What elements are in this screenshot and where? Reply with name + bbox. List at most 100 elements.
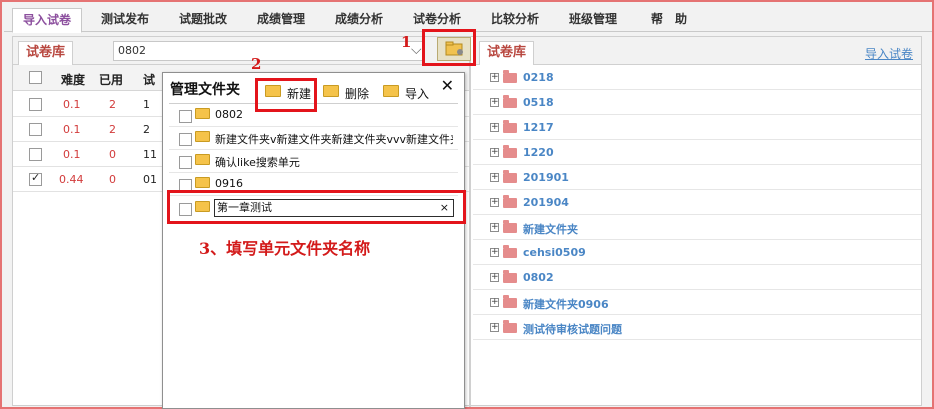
folder-label: 测试待审核试题问题: [523, 323, 622, 336]
folder-label: 201901: [523, 171, 569, 184]
folder-label: 0518: [523, 96, 554, 109]
expand-icon[interactable]: +: [490, 98, 499, 107]
folder-label: 201904: [523, 196, 569, 209]
folder-icon: [503, 95, 517, 108]
tree-folder-item[interactable]: + 测试待审核试题问题: [473, 315, 921, 340]
folder-label: 0802: [523, 271, 554, 284]
row-checkbox[interactable]: [29, 98, 42, 111]
import-paper-link[interactable]: 导入试卷: [865, 45, 913, 62]
folder-icon: [195, 154, 210, 165]
select-all-checkbox[interactable]: [29, 71, 42, 84]
folder-icon: [503, 270, 517, 283]
step-1-label: 1: [401, 33, 412, 51]
tree-folder-item[interactable]: +0802: [473, 265, 921, 290]
tree-folder-item[interactable]: +201904: [473, 190, 921, 215]
folder-icon: [503, 245, 517, 258]
app-frame: 导入试卷 测试发布 试题批改 成绩管理 成绩分析 试卷分析 比较分析 班级管理 …: [0, 0, 934, 409]
folder-checkbox[interactable]: [179, 156, 192, 169]
column-third: 试: [143, 73, 156, 87]
folder-label: 1220: [523, 146, 554, 159]
expand-icon[interactable]: +: [490, 73, 499, 82]
tab-grading[interactable]: 试题批改: [170, 8, 236, 33]
list-item[interactable]: 新建文件夹v新建文件夹新建文件夹vvv新建文件夹: [169, 127, 458, 150]
folder-icon: [503, 295, 517, 308]
highlight-manage-folder-button: [422, 29, 476, 66]
folder-checkbox[interactable]: [179, 110, 192, 123]
used-value: 2: [109, 123, 116, 136]
tab-score-management[interactable]: 成绩管理: [248, 8, 314, 33]
chevron-down-icon[interactable]: ⌵: [411, 42, 422, 58]
tree-folder-item[interactable]: +1220: [473, 140, 921, 165]
difficulty-value: 0.44: [59, 173, 84, 186]
step-2-label: 2: [251, 55, 262, 73]
close-icon[interactable]: ✕: [441, 76, 454, 95]
expand-icon[interactable]: +: [490, 223, 499, 232]
tab-help[interactable]: 帮 助: [644, 8, 694, 33]
third-value: 1: [143, 98, 150, 111]
folder-icon: [503, 145, 517, 158]
tree-folder-item[interactable]: +0518: [473, 90, 921, 115]
expand-icon[interactable]: +: [490, 273, 499, 282]
difficulty-value: 0.1: [63, 148, 81, 161]
folder-label: 1217: [523, 121, 554, 134]
folder-label: 0802: [215, 108, 243, 121]
third-value: 11: [143, 148, 157, 161]
expand-icon[interactable]: +: [490, 323, 499, 332]
expand-icon[interactable]: +: [490, 148, 499, 157]
used-value: 0: [109, 173, 116, 186]
folder-library-tab[interactable]: 试卷库: [479, 41, 535, 65]
dialog-title: 管理文件夹: [170, 82, 240, 98]
third-value: 2: [143, 123, 150, 136]
tab-test-publish[interactable]: 测试发布: [92, 8, 158, 33]
folder-label: 0916: [215, 177, 243, 190]
tree-folder-item[interactable]: +0218: [473, 65, 921, 90]
tab-score-analysis[interactable]: 成绩分析: [326, 8, 392, 33]
row-checkbox[interactable]: [29, 123, 42, 136]
tab-compare-analysis[interactable]: 比较分析: [482, 8, 548, 33]
difficulty-value: 0.1: [63, 98, 81, 111]
expand-icon[interactable]: +: [490, 248, 499, 257]
folder-path-select[interactable]: 0802: [113, 41, 423, 61]
step-3-instruction: 3、填写单元文件夹名称: [199, 239, 371, 258]
column-difficulty: 难度: [61, 73, 86, 87]
folder-icon: [503, 195, 517, 208]
expand-icon[interactable]: +: [490, 198, 499, 207]
import-folder-label: 导入: [405, 87, 430, 101]
column-used: 已用: [99, 73, 124, 87]
third-value: 01: [143, 173, 157, 186]
tree-folder-item[interactable]: + 新建文件夹: [473, 215, 921, 240]
folder-label: 0218: [523, 71, 554, 84]
folder-icon: [503, 220, 517, 233]
folder-tree-header: 试卷库 导入试卷: [473, 37, 921, 65]
folder-label: 确认like搜索单元: [215, 156, 300, 169]
tab-import-paper[interactable]: 导入试卷: [12, 8, 82, 33]
delete-folder-label: 删除: [345, 87, 370, 101]
delete-folder-icon: [323, 85, 339, 97]
expand-icon[interactable]: +: [490, 123, 499, 132]
folder-label: 新建文件夹: [523, 223, 578, 236]
folder-icon: [195, 131, 210, 142]
expand-icon[interactable]: +: [490, 298, 499, 307]
difficulty-value: 0.1: [63, 123, 81, 136]
import-folder-icon: [383, 85, 399, 97]
top-nav: 导入试卷 测试发布 试题批改 成绩管理 成绩分析 试卷分析 比较分析 班级管理 …: [4, 4, 932, 33]
tree-folder-item[interactable]: + 新建文件夹0906: [473, 290, 921, 315]
used-value: 0: [109, 148, 116, 161]
folder-icon: [195, 108, 210, 119]
list-item[interactable]: 确认like搜索单元: [169, 150, 458, 173]
used-value: 2: [109, 98, 116, 111]
tree-folder-item[interactable]: +1217: [473, 115, 921, 140]
tree-folder-item[interactable]: +201901: [473, 165, 921, 190]
folder-icon: [503, 120, 517, 133]
row-checkbox[interactable]: [29, 148, 42, 161]
folder-label: 新建文件夹v新建文件夹新建文件夹vvv新建文件夹: [215, 133, 453, 146]
paper-library-tab[interactable]: 试卷库: [18, 41, 74, 65]
folder-label: 新建文件夹0906: [523, 298, 609, 311]
folder-checkbox[interactable]: [179, 133, 192, 146]
main-content: 试卷库 0802 ⌵ 难度 已用 试 0.1 2 1 0.1 2 2 0.1 0…: [12, 36, 922, 407]
folder-icon: [503, 70, 517, 83]
row-checkbox[interactable]: [29, 171, 42, 186]
tree-folder-item[interactable]: + cehsi0509: [473, 240, 921, 265]
expand-icon[interactable]: +: [490, 173, 499, 182]
tab-class-management[interactable]: 班级管理: [560, 8, 626, 33]
